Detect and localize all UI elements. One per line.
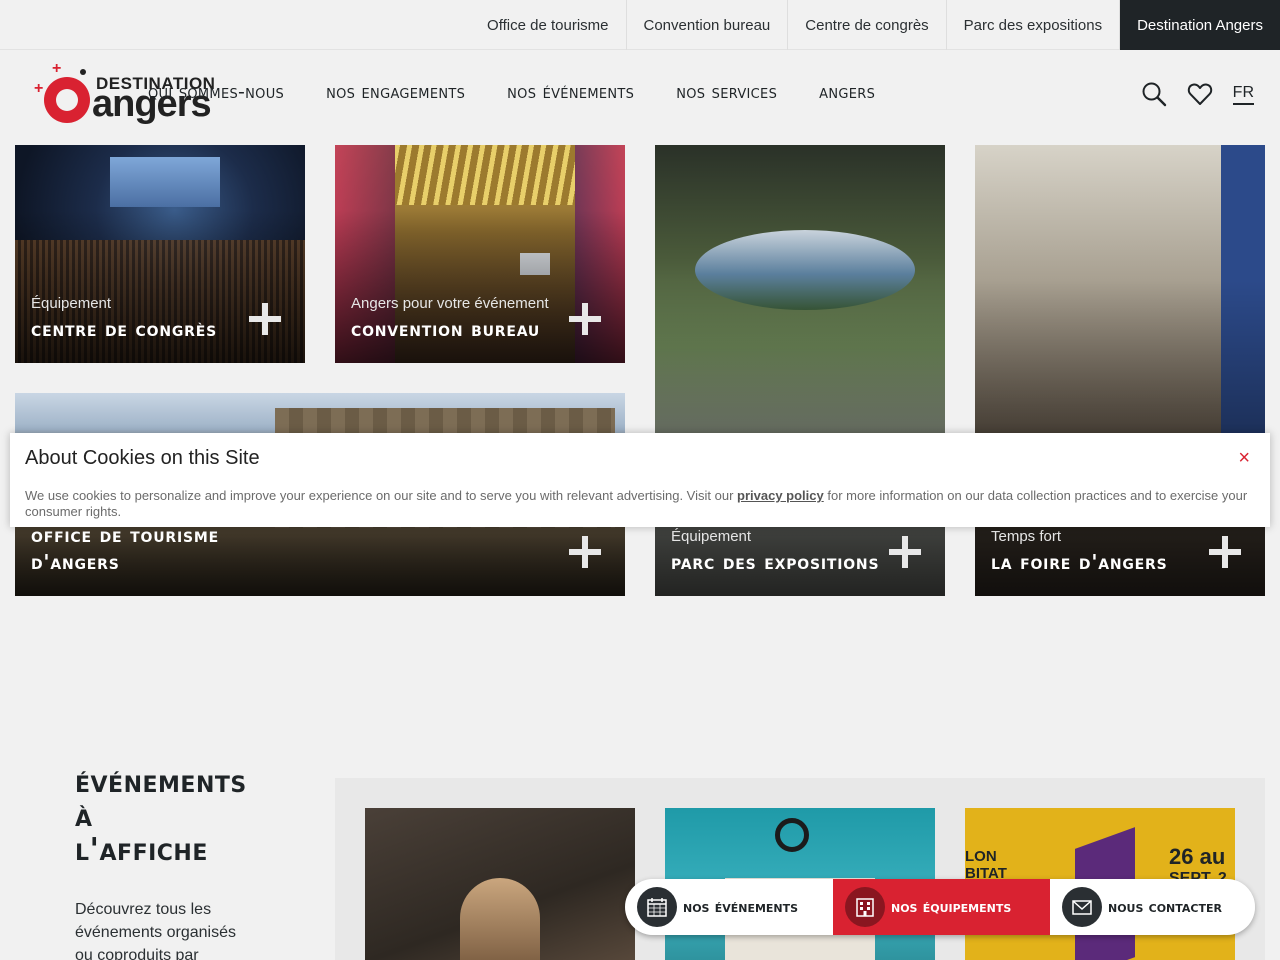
quick-actions-bar: nos événements nos équipements nous cont… — [625, 879, 1255, 935]
events-heading-line: l'affiche — [75, 832, 208, 868]
tile-caption: Angers pour votre événement convention b… — [351, 295, 565, 343]
tile-image-stage-screen — [110, 157, 220, 207]
quick-nos-evenements-button[interactable]: nos événements — [625, 879, 833, 935]
event-card-robot — [775, 818, 809, 852]
quick-nous-contacter-button[interactable]: nous contacter — [1050, 879, 1255, 935]
tile-title: office de tourisme d'angers — [31, 523, 219, 574]
utility-link-destination-angers[interactable]: Destination Angers — [1119, 0, 1280, 50]
event-card-text: LON BITAT — [965, 848, 1007, 882]
tile-foire-angers[interactable]: Temps fort la foire d'angers — [975, 145, 1265, 596]
event-card[interactable] — [365, 808, 635, 960]
close-icon[interactable]: × — [1238, 447, 1250, 470]
tile-parc-expositions[interactable]: Équipement parc des expositions — [655, 145, 945, 596]
plus-icon[interactable] — [569, 303, 601, 335]
nav-nos-services[interactable]: nos services — [676, 81, 777, 103]
logo-plus-mark: + — [34, 80, 44, 97]
header-tools: FR — [1141, 81, 1254, 107]
quick-nous-contacter-label: nous contacter — [1108, 898, 1222, 916]
logo-a-mark — [44, 77, 90, 123]
events-heading: événements à l'affiche — [75, 765, 315, 867]
tile-kicker: Temps fort — [991, 528, 1062, 545]
calendar-icon — [637, 887, 677, 927]
utility-link-centre-congres[interactable]: Centre de congrès — [787, 0, 945, 50]
utility-link-convention-bureau[interactable]: Convention bureau — [625, 0, 788, 50]
tile-convention-bureau[interactable]: Angers pour votre événement convention b… — [335, 145, 625, 363]
quick-nos-equipements-button[interactable]: nos équipements — [833, 879, 1050, 935]
logo-plus-mark: + — [52, 60, 62, 77]
nav-angers[interactable]: angers — [819, 81, 875, 103]
tile-title: centre de congrès — [31, 317, 217, 341]
plus-icon[interactable] — [569, 536, 601, 568]
tile-kicker: Angers pour votre événement — [351, 295, 549, 312]
utility-link-office-tourisme[interactable]: Office de tourisme — [470, 0, 625, 50]
cookie-banner: About Cookies on this Site We use cookie… — [10, 433, 1270, 527]
tile-centre-congres[interactable]: Équipement centre de congrès — [15, 145, 305, 363]
event-card-portrait — [460, 878, 540, 960]
cookie-text: We use cookies to personalize and improv… — [25, 488, 1255, 520]
envelope-icon — [1062, 887, 1102, 927]
events-intro: Découvrez tous les événements organisés … — [75, 901, 236, 960]
utility-links: Office de tourisme Convention bureau Cen… — [470, 0, 1280, 50]
nav-nos-engagements[interactable]: nos engagements — [326, 81, 465, 103]
plus-icon[interactable] — [1209, 536, 1241, 568]
utility-link-parc-expositions[interactable]: Parc des expositions — [945, 0, 1119, 50]
quick-nos-equipements-label: nos équipements — [891, 898, 1012, 916]
privacy-policy-link[interactable]: privacy policy — [737, 488, 824, 503]
events-heading-line: à — [75, 798, 93, 834]
tile-caption: Temps fort la foire d'angers — [991, 528, 1205, 576]
events-heading-line: événements — [75, 764, 247, 800]
tile-title: la foire d'angers — [991, 550, 1168, 574]
building-icon — [845, 887, 885, 927]
nav-nos-evenements[interactable]: nos événements — [507, 81, 634, 103]
utility-bar: Office de tourisme Convention bureau Cen… — [0, 0, 1280, 50]
tile-caption: Équipement parc des expositions — [671, 528, 885, 576]
language-switch[interactable]: FR — [1232, 84, 1254, 105]
heart-icon[interactable] — [1187, 81, 1213, 107]
quick-nos-evenements-label: nos événements — [683, 898, 799, 916]
tile-title: convention bureau — [351, 317, 541, 341]
cookie-text-before: We use cookies to personalize and improv… — [25, 488, 738, 503]
event-card-date-line: 26 au — [1169, 844, 1226, 869]
tile-caption: office de tourisme d'angers — [31, 522, 565, 576]
tile-kicker: Équipement — [31, 295, 112, 312]
main-header: + + DESTINATION angers qui sommes-nous n… — [0, 51, 1280, 136]
plus-icon[interactable] — [889, 536, 921, 568]
cookie-title: About Cookies on this Site — [25, 447, 260, 469]
plus-icon[interactable] — [249, 303, 281, 335]
main-nav: qui sommes-nous nos engagements nos évén… — [148, 81, 875, 103]
tile-title: parc des expositions — [671, 550, 880, 574]
tile-caption: Équipement centre de congrès — [31, 295, 245, 343]
event-card-text-line: LON — [965, 848, 997, 865]
tile-image-vault — [395, 145, 575, 205]
search-icon[interactable] — [1141, 81, 1167, 107]
tile-kicker: Équipement — [671, 528, 752, 545]
logo-dot — [80, 69, 86, 75]
nav-qui-sommes-nous[interactable]: qui sommes-nous — [148, 81, 284, 103]
